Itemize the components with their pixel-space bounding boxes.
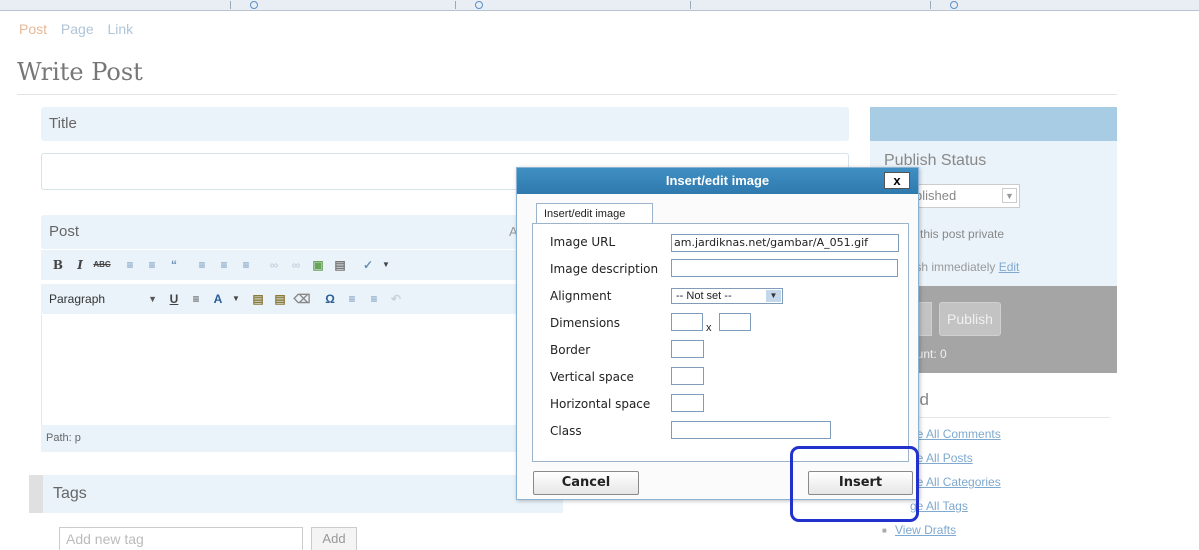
globe-icon [950, 1, 958, 9]
screen: Post Page Link Write Post Title Post A B… [0, 0, 1199, 550]
dimensions-label: Dimensions [550, 316, 621, 330]
tab-divider [455, 1, 456, 9]
tab-post[interactable]: Post [19, 21, 47, 37]
editor-content-area[interactable] [41, 315, 521, 425]
globe-icon [475, 1, 483, 9]
dimensions-separator: x [706, 322, 712, 334]
related-link-comments[interactable]: ge All Comments [910, 427, 1001, 441]
blockquote-icon[interactable]: “ [165, 256, 183, 274]
divider [17, 94, 1117, 95]
alignment-select[interactable]: -- Not set -- ▼ [671, 288, 783, 304]
editor-toolbar-row-2: Paragraph ▼ U ≡ A ▼ ▤ ▤ ⌫ Ω ≡ ≡ ↶ [41, 284, 521, 314]
align-left-icon[interactable]: ≡ [193, 256, 211, 274]
outdent-icon[interactable]: ≡ [343, 290, 361, 308]
image-description-input[interactable] [671, 259, 898, 277]
vertical-space-label: Vertical space [550, 370, 634, 384]
bold-icon[interactable]: B [49, 256, 67, 274]
chevron-down-icon: ▼ [148, 294, 157, 304]
chevron-down-icon: ▼ [1002, 188, 1017, 203]
paste-text-icon[interactable]: ▤ [249, 290, 267, 308]
related-link-posts[interactable]: ge All Posts [910, 451, 973, 465]
chevron-down-icon: ▼ [766, 290, 781, 302]
tab-page[interactable]: Page [61, 21, 94, 37]
page-title: Write Post [17, 58, 143, 86]
tab-insert-edit-image[interactable]: Insert/edit image [536, 203, 653, 224]
post-box-heading: Post [41, 215, 541, 249]
publish-status-value: blished [915, 188, 957, 203]
tab-divider [930, 1, 931, 9]
insert-button-highlight [790, 446, 919, 522]
underline-icon[interactable]: U [165, 290, 183, 308]
edit-timestamp-link[interactable]: Edit [999, 260, 1020, 274]
tags-collapse-handle[interactable] [29, 475, 43, 513]
special-char-icon[interactable]: Ω [321, 290, 339, 308]
alignment-label: Alignment [550, 289, 612, 303]
title-box-heading: Title [41, 107, 849, 141]
image-icon[interactable]: ▣ [309, 256, 327, 274]
indent-icon[interactable]: ≡ [365, 290, 383, 308]
related-link-drafts[interactable]: View Drafts [895, 523, 956, 537]
numbered-list-icon[interactable]: ≡ [143, 256, 161, 274]
width-input[interactable] [671, 313, 703, 331]
editor-path: Path: p [41, 425, 521, 452]
paste-word-icon[interactable]: ▤ [271, 290, 289, 308]
text-color-icon[interactable]: A [209, 290, 227, 308]
globe-icon [250, 1, 258, 9]
bullet-icon: ■ [882, 526, 887, 535]
eraser-icon[interactable]: ⌫ [293, 290, 311, 308]
publish-status-select[interactable]: blished ▼ [910, 184, 1020, 208]
format-select-value: Paragraph [49, 292, 106, 306]
format-select[interactable]: Paragraph ▼ [49, 290, 157, 309]
alignment-value: -- Not set -- [676, 290, 732, 302]
publish-immediately: lish immediately Edit [910, 260, 1019, 274]
chevron-down-icon[interactable]: ▼ [227, 290, 245, 308]
image-description-label: Image description [550, 262, 659, 276]
horizontal-space-label: Horizontal space [550, 397, 651, 411]
tab-link[interactable]: Link [108, 21, 134, 37]
link-icon[interactable]: ∞ [265, 256, 283, 274]
chevron-down-icon[interactable]: ▼ [377, 256, 395, 274]
related-link-categories[interactable]: ge All Categories [910, 475, 1001, 489]
browser-tab-strip [0, 0, 1199, 11]
vertical-space-input[interactable] [671, 367, 704, 385]
editor-toolbar-row-1: B I ABC ≡ ≡ “ ≡ ≡ ≡ ∞ ∞ ▣ ▤ ✓ ▼ [41, 250, 521, 280]
align-right-icon[interactable]: ≡ [237, 256, 255, 274]
add-tag-button[interactable]: Add [311, 527, 357, 550]
write-tabs: Post Page Link [19, 21, 143, 37]
border-label: Border [550, 343, 591, 357]
unlink-icon[interactable]: ∞ [287, 256, 305, 274]
italic-icon[interactable]: I [71, 256, 89, 274]
tab-divider [690, 1, 691, 9]
class-input[interactable] [671, 421, 831, 439]
publish-box-header [870, 107, 1117, 141]
tab-divider [230, 1, 231, 9]
spellcheck-icon[interactable]: ✓ [359, 256, 377, 274]
image-url-input[interactable]: am.jardiknas.net/gambar/A_051.gif [671, 234, 899, 252]
class-label: Class [550, 424, 582, 438]
tags-box-heading: Tags [43, 475, 563, 513]
image-url-label: Image URL [550, 235, 616, 249]
undo-icon[interactable]: ↶ [387, 290, 405, 308]
publish-button[interactable]: Publish [939, 302, 1001, 336]
publish-immediately-text: lish immediately [910, 260, 996, 274]
strikethrough-icon[interactable]: ABC [93, 256, 111, 274]
justify-icon[interactable]: ≡ [187, 290, 205, 308]
keep-private-label: p this post private [910, 227, 1005, 241]
dialog-titlebar[interactable]: Insert/edit image x [517, 168, 918, 194]
align-center-icon[interactable]: ≡ [215, 256, 233, 274]
horizontal-space-input[interactable] [671, 394, 704, 412]
dialog-title: Insert/edit image [665, 173, 770, 188]
height-input[interactable] [719, 313, 751, 331]
cancel-button[interactable]: Cancel [533, 471, 639, 495]
border-input[interactable] [671, 340, 704, 358]
new-tag-input[interactable]: Add new tag [59, 527, 303, 550]
more-tag-icon[interactable]: ▤ [331, 256, 349, 274]
bullet-list-icon[interactable]: ≡ [121, 256, 139, 274]
close-icon[interactable]: x [884, 172, 910, 189]
